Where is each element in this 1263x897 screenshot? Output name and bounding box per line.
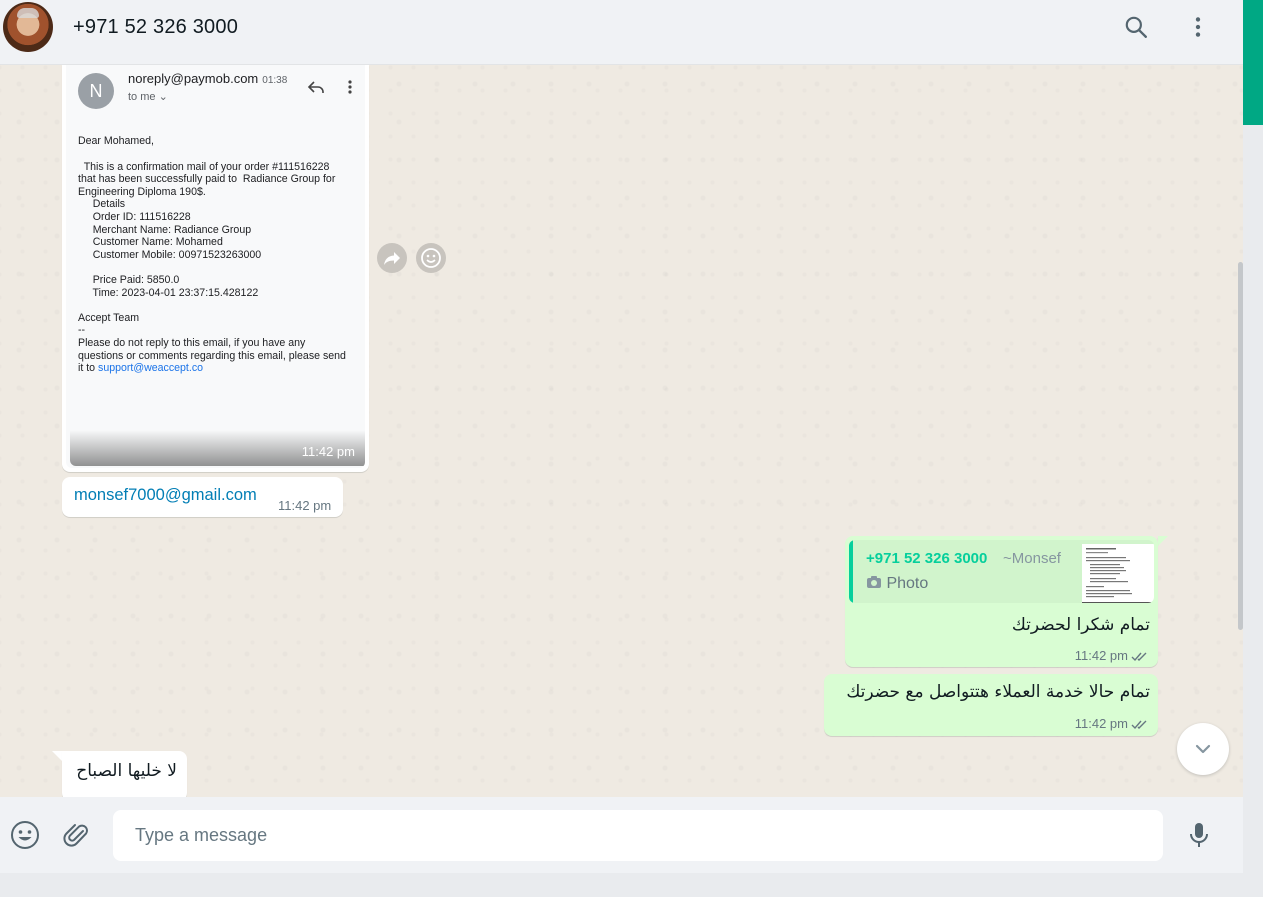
- message-text: تمام حالا خدمة العملاء هتتواصل مع حضرتك: [846, 682, 1150, 702]
- message-text: تمام شكرا لحضرتك: [1011, 615, 1150, 635]
- email-greeting: Dear Mohamed,: [78, 135, 154, 147]
- menu-icon[interactable]: [1185, 14, 1211, 40]
- message-input[interactable]: [113, 810, 1163, 861]
- email-body: Dear Mohamed, This is a confirmation mai…: [78, 135, 358, 375]
- quote-sender: +971 52 326 3000: [866, 550, 988, 567]
- incoming-message[interactable]: لا خليها الصباح: [62, 751, 187, 797]
- email-sender: noreply@paymob.com 01:38: [128, 71, 287, 86]
- email-body-line: Order ID: 111516228: [78, 210, 191, 223]
- support-link: support@weaccept.co: [98, 362, 204, 375]
- email-body-lines: This is a confirmation mail of your orde…: [78, 161, 358, 363]
- scrollbar-track[interactable]: [1243, 125, 1263, 873]
- forward-icon[interactable]: [377, 243, 407, 273]
- scroll-to-bottom-button[interactable]: [1177, 723, 1229, 775]
- camera-icon: [867, 576, 881, 588]
- email-body-line: Accept Team: [78, 311, 140, 324]
- reply-arrow-icon: [306, 77, 326, 97]
- scrollbar-thumb[interactable]: [1238, 262, 1243, 630]
- attach-icon[interactable]: [61, 820, 91, 850]
- email-body-line: Engineering Diploma 190$.: [78, 185, 206, 198]
- email-body-line: Price Paid: 5850.0: [78, 273, 180, 286]
- message-meta: 11:42 pm: [1075, 648, 1149, 663]
- email-body-line: Customer Mobile: 00971523263000: [78, 248, 262, 261]
- chevron-down-icon: ⌄: [158, 91, 168, 103]
- email-last-line: it to support@weaccept.co: [78, 362, 358, 375]
- email-body-line: Please do not reply to this email, if yo…: [78, 336, 306, 349]
- message-time: 11:42 pm: [1074, 648, 1128, 663]
- chat-header: +971 52 326 3000: [0, 0, 1243, 65]
- emoji-reaction-icon[interactable]: [416, 243, 446, 273]
- email-body-line: that has been successfully paid to Radia…: [78, 173, 336, 186]
- outgoing-message[interactable]: تمام حالا خدمة العملاء هتتواصل مع حضرتك …: [824, 674, 1158, 736]
- contact-avatar[interactable]: [3, 2, 53, 52]
- message-list[interactable]: N noreply@paymob.com 01:38 to me ⌄ Dear M…: [0, 65, 1243, 797]
- scrollbar-accent: [1243, 0, 1263, 125]
- mic-icon[interactable]: [1184, 820, 1214, 850]
- quote-type: Photo: [866, 575, 928, 593]
- bubble-tail: [52, 751, 62, 761]
- emoji-icon[interactable]: [10, 820, 40, 850]
- message-time: 11:42 pm: [301, 444, 355, 459]
- quote-bar: [849, 540, 853, 603]
- email-recipient-label: to me: [128, 91, 156, 103]
- quote-thumbnail: [1082, 544, 1154, 603]
- email-sender-address: noreply@paymob.com: [128, 71, 259, 86]
- search-icon[interactable]: [1123, 14, 1149, 40]
- incoming-message[interactable]: monsef7000@gmail.com 11:42 pm: [62, 477, 343, 517]
- email-screenshot: N noreply@paymob.com 01:38 to me ⌄ Dear M…: [66, 65, 365, 468]
- email-time: 01:38: [262, 75, 288, 86]
- whatsapp-window: +971 52 326 3000 N noreply@paymob.com 01:…: [0, 0, 1243, 873]
- email-body-line: questions or comments regarding this ema…: [78, 349, 346, 362]
- email-body-line: Time: 2023-04-01 23:37:15.428122: [78, 286, 259, 299]
- email-body-line: --: [78, 324, 86, 337]
- email-body-line: Details: [78, 198, 126, 211]
- email-body-line: This is a confirmation mail of your orde…: [78, 160, 330, 173]
- email-recipient: to me ⌄: [128, 90, 168, 103]
- chevron-down-icon: [1195, 744, 1211, 754]
- message-time: 11:42 pm: [1074, 716, 1128, 731]
- email-last-line-prefix: it to: [78, 362, 99, 375]
- email-body-line: Merchant Name: Radiance Group: [78, 223, 252, 236]
- email-body-line: [78, 261, 358, 274]
- image-message[interactable]: N noreply@paymob.com 01:38 to me ⌄ Dear M…: [62, 65, 369, 472]
- message-time: 11:42 pm: [278, 498, 332, 513]
- double-check-icon: [1131, 652, 1147, 662]
- email-body-line: [78, 299, 358, 312]
- quote-pushname: ~Monsef: [1003, 550, 1061, 567]
- email-body-line: Customer Name: Mohamed: [78, 236, 223, 249]
- message-text: لا خليها الصباح: [76, 761, 177, 781]
- message-meta: 11:42 pm: [1075, 716, 1149, 731]
- quote-type-label: Photo: [886, 575, 929, 592]
- email-sender-avatar: N: [78, 73, 114, 109]
- more-vert-icon: [342, 77, 358, 97]
- double-check-icon: [1131, 720, 1147, 730]
- outgoing-message[interactable]: +971 52 326 3000 ~Monsef Photo تمام شكرا…: [845, 536, 1158, 667]
- contact-name[interactable]: +971 52 326 3000: [73, 16, 238, 39]
- email-link[interactable]: monsef7000@gmail.com: [74, 486, 257, 505]
- bubble-tail: [1158, 536, 1168, 546]
- composer: [0, 797, 1243, 873]
- quoted-message[interactable]: +971 52 326 3000 ~Monsef Photo: [849, 540, 1154, 603]
